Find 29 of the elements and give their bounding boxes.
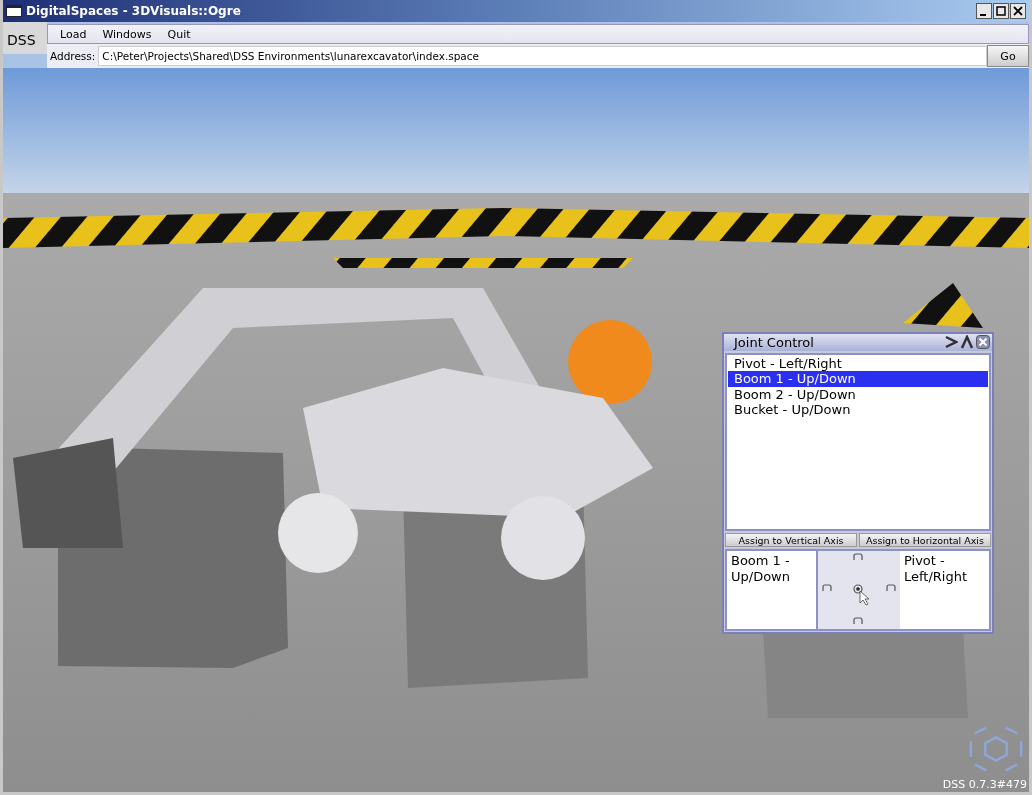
window-icon [6, 5, 22, 17]
joint-list-item[interactable]: Bucket - Up/Down [728, 402, 988, 418]
joint-list-item[interactable]: Boom 2 - Up/Down [728, 386, 988, 403]
address-field[interactable]: C:\Peter\Projects\Shared\DSS Environments\lunarexcavator\index.space [98, 46, 987, 66]
menu-item[interactable]: Windows [96, 25, 158, 43]
version-text: DSS 0.7.3#479 [942, 778, 1027, 791]
chevron-right-icon[interactable] [944, 335, 958, 350]
minimize-button[interactable] [976, 3, 992, 19]
vertical-axis-label: Boom 1 - Up/Down [730, 552, 791, 586]
maximize-icon [996, 6, 1006, 16]
close-icon [1013, 6, 1023, 16]
assign-button[interactable]: Assign to Horizontal Axis [859, 533, 991, 547]
close-button[interactable] [1010, 3, 1026, 19]
minimize-icon [980, 13, 986, 16]
joint-list-item[interactable]: Pivot - Left/Right [728, 355, 988, 372]
menu-item[interactable]: Quit [161, 25, 197, 43]
window-title: DigitalSpaces - 3DVisuals::Ogre [26, 4, 242, 18]
joint-list-item[interactable]: Boom 1 - Up/Down [728, 371, 988, 387]
joystick-pad[interactable] [816, 551, 900, 629]
horizontal-axis-label: Pivot - Left/Right [903, 552, 969, 586]
panel-title: Joint Control [734, 334, 815, 350]
address-label: Address: [49, 50, 97, 62]
app-label: DSS [3, 22, 47, 54]
close-icon[interactable] [976, 335, 990, 350]
go-button[interactable]: Go [987, 45, 1029, 67]
assign-button[interactable]: Assign to Vertical Axis [725, 533, 857, 547]
chevron-up-icon[interactable] [960, 335, 974, 350]
menu-item[interactable]: Load [54, 25, 93, 43]
maximize-button[interactable] [993, 3, 1009, 19]
